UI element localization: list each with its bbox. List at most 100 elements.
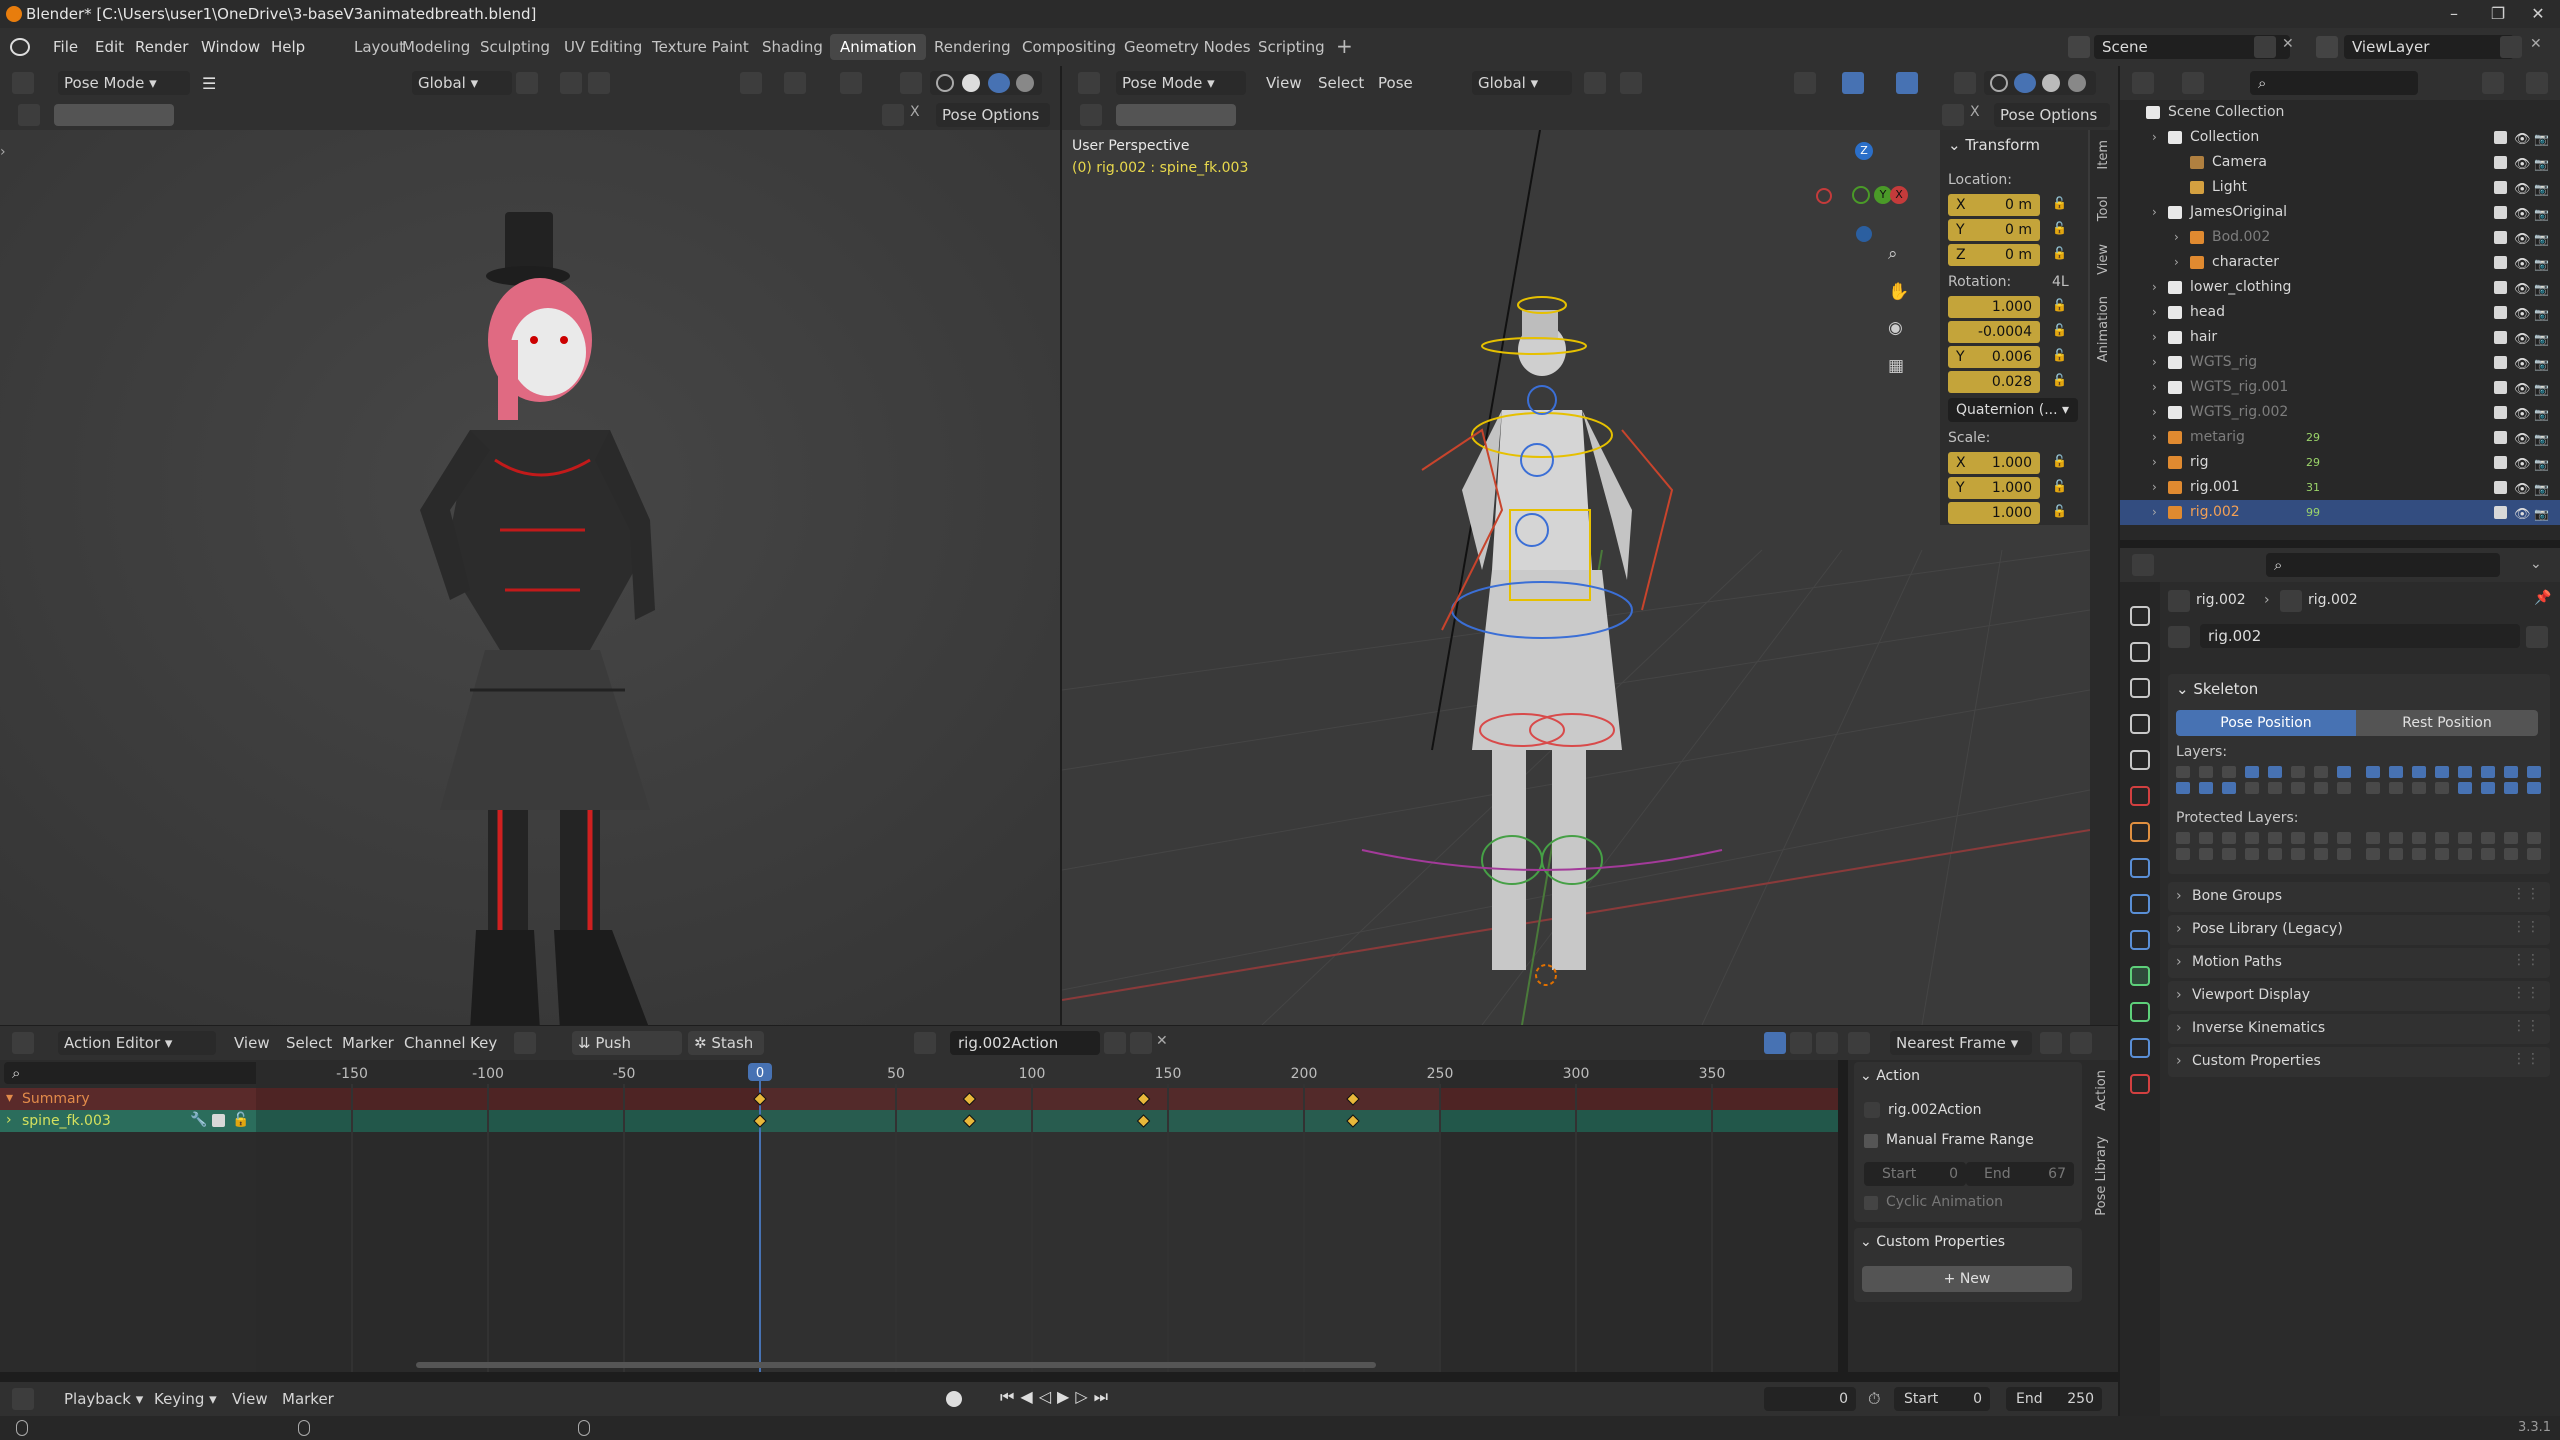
workspace-tab-scripting[interactable]: Scripting [1248,34,1335,60]
select-menu[interactable]: Select [1312,71,1370,95]
panel-viewport-display[interactable]: › Viewport Display ⋮⋮ [2168,981,2550,1011]
layer-toggle[interactable] [2199,782,2213,794]
tab-animation[interactable]: Animation [2096,296,2111,362]
editor-type-icon[interactable] [2132,554,2154,576]
properties-tab-render-icon[interactable] [2130,642,2150,662]
outliner-item-metarig[interactable]: › metarig 29 👁 📷 [2120,425,2560,450]
drag-handle-icon[interactable]: ⋮⋮ [2512,952,2540,968]
properties-tab-physics-icon[interactable] [2130,894,2150,914]
toolbar-toggle-icon[interactable]: › [0,144,6,160]
layer-toggle[interactable] [2268,832,2282,844]
lock-icon[interactable]: 🔓 [2052,504,2067,518]
stash-button[interactable]: ✲ Stash [688,1031,764,1055]
armature-datablock-icon[interactable] [2168,626,2190,648]
ae-channel-menu[interactable]: Channel [398,1031,472,1055]
display-mode-icon[interactable] [2182,72,2204,94]
cyclic-checkbox[interactable] [1864,1196,1878,1210]
layer-toggle[interactable] [2366,782,2380,794]
expand-icon[interactable]: › [2152,450,2157,475]
scene-icon[interactable] [2068,36,2090,58]
visibility-toggles[interactable]: 👁 📷 [2490,330,2550,347]
pan-icon[interactable]: ✋ [1888,282,1909,302]
layer-toggle[interactable] [2389,848,2403,860]
select-tool-icon[interactable] [18,104,40,126]
properties-search[interactable]: ⌕ [2266,553,2500,577]
action-browse-icon[interactable] [914,1032,936,1054]
action-name-field[interactable]: rig.002Action [950,1031,1100,1055]
filters-icon[interactable] [1848,1032,1870,1054]
outliner-item-head[interactable]: › head 👁 📷 [2120,300,2560,325]
new-view-layer-icon[interactable] [2500,36,2522,58]
visibility-toggles[interactable]: 👁 📷 [2490,455,2550,472]
shading-modes[interactable] [1984,71,2096,95]
left-mode-dropdown[interactable]: Pose Mode ▾ [58,71,190,95]
layer-toggle[interactable] [2268,848,2282,860]
tab-action[interactable]: Action [2094,1070,2109,1111]
interpolation-icon[interactable] [2070,1032,2092,1054]
properties-tab-world-icon[interactable] [2130,786,2150,806]
expand-icon[interactable]: › [2152,475,2157,500]
layer-toggle[interactable] [2176,848,2190,860]
pose-position-button[interactable]: Pose Position [2176,710,2356,736]
outliner-item-lower-clothing[interactable]: › lower_clothing 👁 📷 [2120,275,2560,300]
layer-toggle[interactable] [2504,832,2518,844]
workspace-tab-uv-editing[interactable]: UV Editing [554,34,652,60]
layer-toggle[interactable] [2389,766,2403,778]
layer-toggle[interactable] [2268,766,2282,778]
pivot-icon[interactable] [516,72,538,94]
ae-marker-menu[interactable]: Marker [336,1031,400,1055]
layer-toggle[interactable] [2199,848,2213,860]
properties-tab-output-icon[interactable] [2130,678,2150,698]
layer-toggle[interactable] [2314,832,2328,844]
layer-toggle[interactable] [2435,832,2449,844]
layer-toggle[interactable] [2176,782,2190,794]
expand-icon[interactable]: › [2152,325,2157,350]
view-layer-field[interactable]: ViewLayer [2344,35,2514,59]
layer-toggle[interactable] [2176,832,2190,844]
visibility-toggles[interactable]: 👁 📷 [2490,155,2550,172]
layer-toggle[interactable] [2504,782,2518,794]
workspace-tab-compositing[interactable]: Compositing [1012,34,1126,60]
layer-toggle[interactable] [2366,766,2380,778]
outliner-item-wgts-rig-002[interactable]: › WGTS_rig.002 👁 📷 [2120,400,2560,425]
properties-tab-modifiers-icon[interactable] [2130,858,2150,878]
duplicate-action-icon[interactable] [1130,1032,1152,1054]
outliner-item-jamesoriginal[interactable]: › JamesOriginal 👁 📷 [2120,200,2560,225]
drag-handle-icon[interactable]: ⋮⋮ [2512,1051,2540,1067]
layer-toggle[interactable] [2389,782,2403,794]
visibility-toggles[interactable]: 👁 📷 [2490,380,2550,397]
layer-toggle[interactable] [2314,848,2328,860]
panel-bone-groups[interactable]: › Bone Groups ⋮⋮ [2168,882,2550,912]
new-scene-icon[interactable] [2254,36,2276,58]
select-mode-buttons[interactable] [1116,104,1236,126]
new-property-button[interactable]: + New [1862,1266,2072,1292]
expand-icon[interactable]: › [2152,275,2157,300]
rotation-mode-dropdown[interactable]: Quaternion (... ▾ [1948,398,2078,422]
start-frame-field[interactable]: Start 0 [1894,1387,1990,1411]
modifier-icon[interactable]: 🔧 [190,1112,207,1128]
drag-handle-icon[interactable]: ⋮⋮ [2512,1018,2540,1034]
gizmo-z-axis[interactable]: Z [1855,142,1873,160]
only-selected-icon[interactable] [1764,1032,1786,1054]
layer-toggle[interactable] [2458,832,2472,844]
visibility-icon[interactable] [740,72,762,94]
panel-custom-properties[interactable]: › Custom Properties ⋮⋮ [2168,1047,2550,1077]
scale-field-2[interactable]: 1.000 [1948,502,2040,524]
layer-toggle[interactable] [2527,766,2541,778]
playback-menu[interactable]: Playback ▾ [58,1387,149,1411]
ortho-toggle-icon[interactable]: ▦ [1888,356,1904,376]
fake-user-icon[interactable] [2526,626,2548,648]
layer-toggle[interactable] [2222,766,2236,778]
close-window-button[interactable]: ✕ [2516,0,2560,28]
layer-toggle[interactable] [2222,832,2236,844]
ae-select-menu[interactable]: Select [280,1031,338,1055]
expand-icon[interactable]: › [2152,300,2157,325]
workspace-tab-geometry-nodes[interactable]: Geometry Nodes [1114,34,1261,60]
properties-tab-tool-icon[interactable] [2130,606,2150,626]
xray-icon[interactable] [1954,72,1976,94]
visibility-icon[interactable] [1794,72,1816,94]
layer-toggle[interactable] [2222,848,2236,860]
manual-range-checkbox[interactable] [1864,1134,1878,1148]
layer-toggle[interactable] [2435,766,2449,778]
add-workspace-icon[interactable]: + [1336,34,1353,58]
